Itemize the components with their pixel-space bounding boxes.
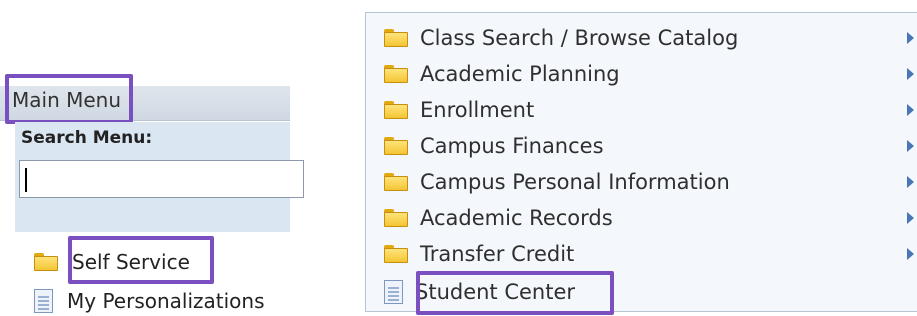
menu-item-label[interactable]: Academic Planning xyxy=(420,62,620,86)
main-menu-panel: Main Menu Search Menu: Self Service My P… xyxy=(0,74,304,316)
menu-item-label[interactable]: Campus Finances xyxy=(420,134,604,158)
self-service-submenu: Class Search / Browse Catalog Academic P… xyxy=(365,12,917,315)
menu-item-campus-personal-information[interactable]: Campus Personal Information xyxy=(384,165,914,199)
submenu-arrow-icon xyxy=(907,32,914,44)
menu-item-label[interactable]: Transfer Credit xyxy=(420,242,574,266)
page-icon xyxy=(384,280,403,304)
page-icon xyxy=(34,289,53,313)
menu-item-label[interactable]: My Personalizations xyxy=(67,289,265,313)
folder-icon xyxy=(384,101,408,119)
submenu-arrow-icon xyxy=(907,104,914,116)
folder-icon xyxy=(34,253,58,271)
menu-item-label[interactable]: Class Search / Browse Catalog xyxy=(420,26,738,50)
menu-item-campus-finances[interactable]: Campus Finances xyxy=(384,129,914,163)
menu-item-enrollment[interactable]: Enrollment xyxy=(384,93,914,127)
student-center-highlight xyxy=(416,271,614,315)
search-menu-panel: Search Menu: xyxy=(15,122,304,232)
menu-item-class-search[interactable]: Class Search / Browse Catalog xyxy=(384,21,914,55)
search-menu-label: Search Menu: xyxy=(21,128,153,148)
folder-icon xyxy=(384,245,408,263)
menu-item-label[interactable]: Enrollment xyxy=(420,98,534,122)
submenu-arrow-icon xyxy=(907,176,914,188)
submenu-arrow-icon xyxy=(907,140,914,152)
search-input[interactable] xyxy=(19,160,304,198)
menu-item-academic-records[interactable]: Academic Records xyxy=(384,201,914,235)
self-service-highlight xyxy=(68,236,214,284)
submenu-arrow-icon xyxy=(907,248,914,260)
submenu-arrow-icon xyxy=(907,68,914,80)
folder-icon xyxy=(384,137,408,155)
submenu-arrow-icon xyxy=(907,212,914,224)
main-menu-highlight xyxy=(5,74,133,124)
folder-icon xyxy=(384,65,408,83)
menu-item-transfer-credit[interactable]: Transfer Credit xyxy=(384,237,914,271)
menu-item-my-personalizations[interactable]: My Personalizations xyxy=(34,286,265,316)
text-caret xyxy=(25,168,27,192)
menu-item-label[interactable]: Academic Records xyxy=(420,206,613,230)
menu-item-label[interactable]: Campus Personal Information xyxy=(420,170,730,194)
folder-icon xyxy=(384,173,408,191)
menu-item-academic-planning[interactable]: Academic Planning xyxy=(384,57,914,91)
folder-icon xyxy=(384,29,408,47)
folder-icon xyxy=(384,209,408,227)
